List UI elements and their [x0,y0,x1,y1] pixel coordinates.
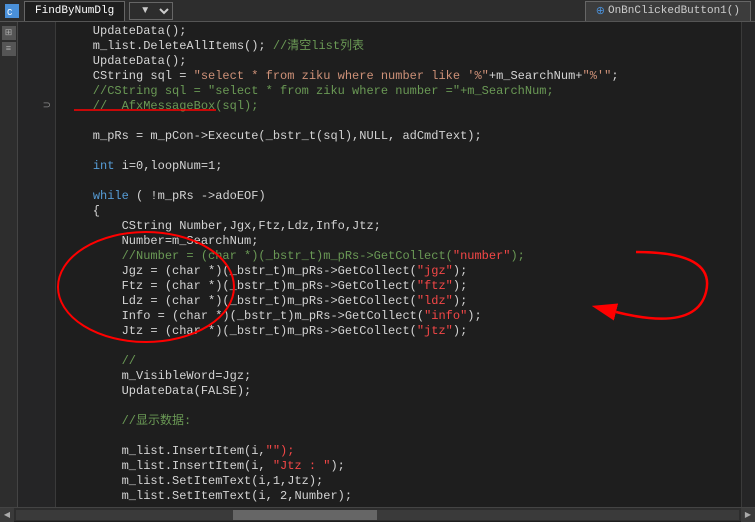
right-sidebar [741,22,755,507]
tab-onbnclickedbutton[interactable]: ⊕ OnBnClickedButton1() [585,1,751,21]
code-line: UpdateData(FALSE); [64,384,733,399]
scrollbar-thumb[interactable] [233,510,378,520]
code-line: Info = (char *)(_bstr_t)m_pRs->GetCollec… [64,309,733,324]
line-numbers: ⊃ [18,22,56,507]
code-line: // AfxMessageBox(sql); [64,99,733,114]
scroll-left-button[interactable]: ◀ [0,508,14,522]
code-line [64,399,733,414]
code-line [64,144,733,159]
code-line: m_pRs = m_pCon->Execute(_bstr_t(sql),NUL… [64,129,733,144]
scroll-right-button[interactable]: ▶ [741,508,755,522]
code-line: m_list.SetItemText(i,1,Jtz); [64,474,733,489]
scrollbar-track[interactable] [16,510,739,520]
code-line: //Number = (char *)(_bstr_t)m_pRs->GetCo… [64,249,733,264]
title-bar: C FindByNumDlg ▼ ⊕ OnBnClickedButton1() [0,0,755,22]
code-line [64,114,733,129]
main-layout: ⊞ ≡ ⊃ [0,22,755,507]
code-line: UpdateData(); [64,24,733,39]
code-area[interactable]: UpdateData(); m_list.DeleteAllItems(); /… [56,22,741,507]
code-line: m_VisibleWord=Jgz; [64,369,733,384]
code-line: Jgz = (char *)(_bstr_t)m_pRs->GetCollect… [64,264,733,279]
tab-right-icon: ⊕ [596,4,605,18]
code-line: int i=0,loopNum=1; [64,159,733,174]
code-line: Ftz = (char *)(_bstr_t)m_pRs->GetCollect… [64,279,733,294]
svg-text:C: C [7,8,13,18]
code-line: Number=m_SearchNum; [64,234,733,249]
code-line: //显示数据: [64,414,733,429]
code-line: m_list.DeleteAllItems(); //清空list列表 [64,39,733,54]
tab-findbynumdlg[interactable]: FindByNumDlg [24,1,125,21]
code-line: //CString sql = "select * from ziku wher… [64,84,733,99]
code-line [64,339,733,354]
left-sidebar: ⊞ ≡ [0,22,18,507]
code-line: CString sql = "select * from ziku where … [64,69,733,84]
code-line: m_list.InsertItem(i, "Jtz : "); [64,459,733,474]
code-line: m_list.InsertItem(i,""); [64,444,733,459]
app-icon: C [4,3,20,19]
code-line: UpdateData(); [64,54,733,69]
code-line [64,174,733,189]
code-line: { [64,204,733,219]
code-line: while ( !m_pRs ->adoEOF) [64,189,733,204]
code-line: // [64,354,733,369]
code-line: Ldz = (char *)(_bstr_t)m_pRs->GetCollect… [64,294,733,309]
code-line: CString Number,Jgx,Ftz,Ldz,Info,Jtz; [64,219,733,234]
tab-dropdown[interactable]: ▼ [129,2,173,20]
sidebar-icon-1[interactable]: ⊞ [2,26,16,40]
sidebar-icon-2[interactable]: ≡ [2,42,16,56]
code-line: m_list.SetItemText(i, 2,Number); [64,489,733,504]
code-line [64,429,733,444]
tab-container: FindByNumDlg ▼ ⊕ OnBnClickedButton1() [24,1,751,21]
code-line: Jtz = (char *)(_bstr_t)m_pRs->GetCollect… [64,324,733,339]
bottom-bar: ◀ ▶ [0,507,755,521]
